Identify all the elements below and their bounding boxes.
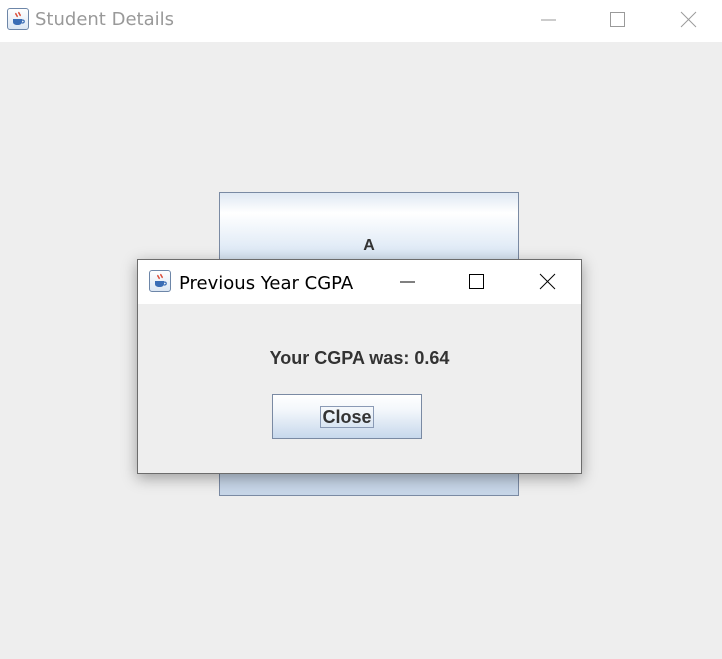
main-window-titlebar[interactable]: Student Details [0, 0, 722, 42]
dialog-title: Previous Year CGPA [179, 273, 354, 294]
close-button[interactable]: Close [272, 394, 422, 439]
minimize-icon [400, 281, 415, 283]
dialog-maximize-button[interactable] [453, 267, 499, 297]
dialog-titlebar[interactable]: Previous Year CGPA [138, 260, 581, 304]
minimize-icon [541, 19, 556, 21]
background-button-label: A [363, 237, 375, 254]
close-window-button[interactable] [665, 5, 711, 35]
cgpa-dialog[interactable]: Previous Year CGPA Your CGPA was: 0.64 C… [137, 259, 582, 474]
close-icon [539, 273, 556, 290]
maximize-button[interactable] [594, 5, 640, 35]
window-title: Student Details [35, 9, 174, 30]
cgpa-message: Your CGPA was: 0.64 [269, 348, 450, 368]
maximize-icon [610, 12, 625, 27]
minimize-button[interactable] [525, 5, 571, 35]
dialog-close-window-button[interactable] [524, 267, 570, 297]
maximize-icon [469, 274, 484, 289]
java-cup-icon [7, 8, 29, 30]
close-icon [680, 11, 697, 28]
dialog-minimize-button[interactable] [384, 267, 430, 297]
java-cup-icon [149, 270, 171, 292]
close-button-label: Close [320, 405, 374, 428]
